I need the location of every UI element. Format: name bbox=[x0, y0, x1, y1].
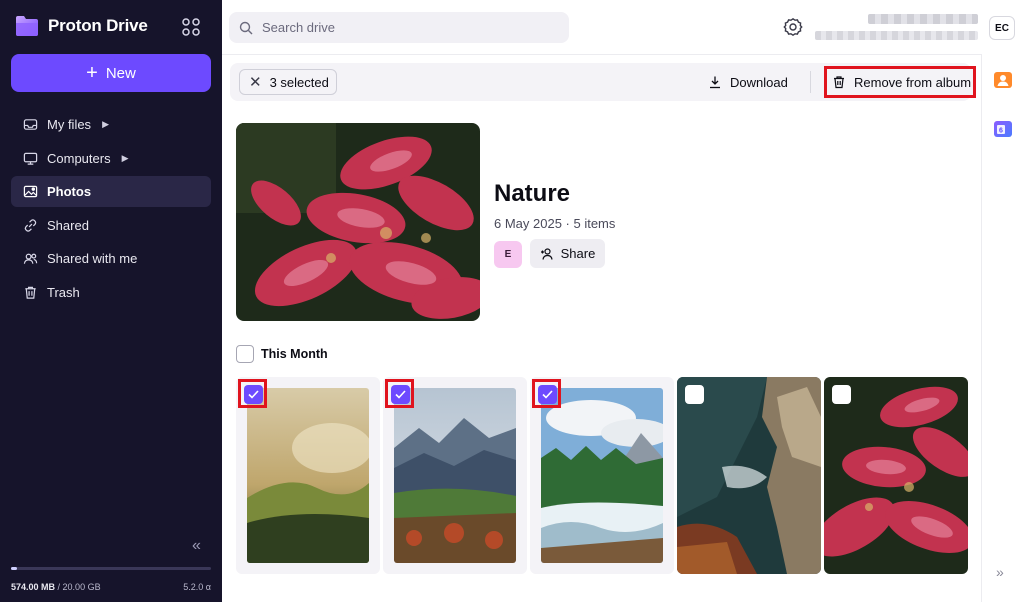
photo-thumbnail bbox=[247, 388, 369, 563]
photo-tile[interactable] bbox=[383, 377, 527, 574]
red-coleus-photo bbox=[824, 377, 968, 574]
remove-from-album-button[interactable]: Remove from album bbox=[824, 66, 976, 98]
download-button[interactable]: Download bbox=[708, 69, 788, 95]
calendar-app-icon[interactable]: 6 bbox=[993, 120, 1013, 138]
selection-toolbar: ✕ 3 selected Download Remove from album bbox=[230, 63, 976, 101]
search-input[interactable] bbox=[262, 20, 552, 35]
search-bar[interactable] bbox=[229, 12, 569, 43]
share-button[interactable]: Share bbox=[530, 239, 605, 268]
checkbox-highlight bbox=[238, 379, 267, 408]
collapse-sidebar-icon[interactable]: « bbox=[192, 537, 201, 555]
sidebar-item-computers[interactable]: Computers ▶ bbox=[11, 143, 211, 174]
inbox-icon bbox=[23, 119, 38, 130]
download-icon bbox=[710, 76, 720, 89]
photo-checkbox[interactable] bbox=[832, 385, 851, 404]
river-rapids-photo bbox=[541, 388, 663, 563]
monitor-icon bbox=[23, 152, 38, 165]
brand-name: Proton Drive bbox=[48, 16, 148, 35]
users-icon bbox=[23, 253, 38, 264]
sidebar-item-label: Computers bbox=[47, 150, 111, 166]
user-email-redacted bbox=[815, 31, 978, 40]
new-button[interactable]: + New bbox=[11, 54, 211, 92]
select-section-checkbox[interactable] bbox=[236, 345, 254, 363]
photo-tile[interactable] bbox=[236, 377, 380, 574]
clear-selection-button[interactable]: ✕ 3 selected bbox=[239, 69, 337, 95]
photo-tile[interactable] bbox=[824, 377, 968, 574]
album-member-avatar[interactable]: E bbox=[494, 241, 522, 268]
album-cover-photo[interactable] bbox=[236, 123, 480, 321]
misty-sunrise-photo bbox=[247, 388, 369, 563]
search-icon bbox=[239, 21, 253, 34]
photo-tile[interactable] bbox=[677, 377, 821, 574]
user-name-redacted bbox=[868, 14, 978, 24]
brand[interactable]: Proton Drive bbox=[14, 14, 148, 38]
album-title: Nature bbox=[494, 180, 571, 207]
storage-total: 20.00 GB bbox=[62, 582, 101, 592]
sidebar: Proton Drive + New My files ▶ Computers … bbox=[0, 0, 222, 602]
svg-text:6: 6 bbox=[999, 128, 1003, 135]
photo-tile[interactable] bbox=[530, 377, 674, 574]
storage-bar-fill bbox=[11, 567, 17, 570]
sidebar-item-trash[interactable]: Trash bbox=[11, 277, 211, 308]
toolbar-divider bbox=[810, 71, 811, 93]
sidebar-nav: My files ▶ Computers ▶ Photos Shared Sha… bbox=[11, 109, 211, 310]
download-label: Download bbox=[730, 74, 788, 90]
trash-icon bbox=[25, 286, 36, 299]
proton-drive-logo-icon bbox=[16, 16, 38, 36]
remove-from-album-label: Remove from album bbox=[854, 74, 972, 90]
trash-icon bbox=[834, 76, 844, 89]
sidebar-item-label: Shared bbox=[47, 217, 89, 233]
storage-separator: / bbox=[55, 582, 63, 592]
sidebar-item-photos[interactable]: Photos bbox=[11, 176, 211, 207]
sidebar-item-shared-with-me[interactable]: Shared with me bbox=[11, 243, 211, 274]
storage-usage: 574.00 MB / 20.00 GB bbox=[11, 582, 101, 592]
contacts-app-icon[interactable] bbox=[993, 71, 1013, 89]
sidebar-item-my-files[interactable]: My files ▶ bbox=[11, 109, 211, 140]
share-label: Share bbox=[560, 246, 596, 261]
storage-bar bbox=[11, 567, 211, 570]
photo-thumbnail bbox=[824, 377, 968, 574]
expand-rail-icon[interactable]: » bbox=[996, 564, 1004, 580]
add-user-icon bbox=[540, 247, 553, 260]
photo-grid bbox=[236, 377, 969, 575]
checkbox-highlight bbox=[532, 379, 561, 408]
new-button-label: New bbox=[105, 64, 136, 82]
gear-icon[interactable] bbox=[783, 17, 803, 37]
selected-count-label: 3 selected bbox=[269, 74, 329, 90]
photo-thumbnail bbox=[677, 377, 821, 574]
main-content: ✕ 3 selected Download Remove from album bbox=[222, 54, 981, 602]
right-rail: 6 » bbox=[981, 54, 1024, 602]
storage-used: 574.00 MB bbox=[11, 582, 56, 592]
sidebar-item-label: My files bbox=[47, 117, 92, 132]
link-icon bbox=[24, 218, 37, 232]
plus-icon: + bbox=[86, 62, 98, 84]
sidebar-item-shared[interactable]: Shared bbox=[11, 210, 211, 241]
user-avatar[interactable]: EC bbox=[989, 16, 1015, 40]
sidebar-item-label: Photos bbox=[47, 184, 92, 199]
sidebar-item-label: Shared with me bbox=[47, 251, 138, 266]
caret-right-icon[interactable]: ▶ bbox=[102, 119, 109, 130]
section-title: This Month bbox=[261, 347, 328, 361]
red-leaves-photo bbox=[236, 123, 480, 321]
photo-checkbox[interactable] bbox=[685, 385, 704, 404]
app-version: 5.2.0 α bbox=[183, 582, 211, 592]
apps-grid-icon[interactable] bbox=[181, 17, 201, 37]
rocky-coast-photo bbox=[677, 377, 821, 574]
mountain-valley-photo bbox=[394, 388, 516, 563]
sidebar-item-label: Trash bbox=[47, 284, 80, 300]
checkbox-highlight bbox=[385, 379, 414, 408]
image-icon bbox=[23, 185, 38, 198]
close-icon: ✕ bbox=[249, 73, 262, 91]
photo-thumbnail bbox=[394, 388, 516, 563]
caret-right-icon[interactable]: ▶ bbox=[122, 153, 129, 164]
photo-thumbnail bbox=[541, 388, 663, 563]
album-meta: 6 May 2025 · 5 items bbox=[494, 216, 616, 231]
